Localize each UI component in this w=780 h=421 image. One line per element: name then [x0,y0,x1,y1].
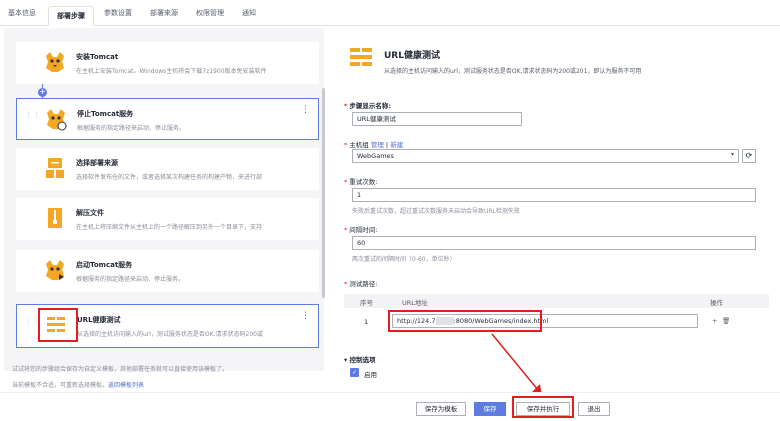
deploy-source-icon [46,158,64,178]
interval-input[interactable]: 60 [352,236,756,250]
delete-icon[interactable]: 🗑 [722,317,730,325]
step-desc: 根据服务的指定路径来启动、停止服务。 [76,276,185,283]
tomcat-stop-icon [47,109,67,131]
step-title: 选择部署来源 [76,159,118,167]
step-card-selected[interactable]: ⋮⋮ 停止Tomcat服务 根据服务的指定路径来启动、停止服务。 ⋮ [16,98,319,140]
retry-input[interactable]: 1 [352,188,756,202]
save-template-button[interactable]: 保存为模板 [416,402,466,416]
detail-title: URL健康测试 [384,51,440,61]
tomcat-start-icon [46,260,64,280]
reselect-hint: 当前模板不合适，可重新选择模板。返回模板列表 [12,382,145,389]
interval-label: * 间隔时间: [344,226,378,234]
add-icon[interactable]: + [712,317,717,325]
col-op: 操作 [710,299,723,307]
tab-bar: 基本信息 部署步骤 参数设置 部署来源 权限管理 通知 [0,0,780,26]
host-group-select[interactable]: WebGames [352,149,739,163]
retry-label: * 重试次数: [344,178,378,186]
step-title: 启动Tomcat服务 [76,261,133,269]
steps-panel: + 安装Tomcat 在主机上安装Tomcat。Windows主机将会下载7z1… [4,28,325,371]
control-options[interactable]: ▾ 控制选项 [344,354,376,364]
step-detail-panel: URL健康测试 从选择的主机访问输入的url，测试服务状态是否OK,请求状态码为… [330,28,770,379]
step-title: 安装Tomcat [76,53,119,61]
tab-notify[interactable]: 通知 [242,6,256,26]
drag-handle-icon[interactable]: ⋮⋮ [25,318,40,333]
url-health-icon [350,48,372,66]
row-no: 1 [364,318,369,326]
enable-label: 启用 [364,371,377,379]
path-label: * 测试路径: [344,280,378,288]
tab-params[interactable]: 参数设置 [104,6,132,26]
back-to-templates-link[interactable]: 返回模板列表 [108,382,144,389]
step-desc: 在主机上安装Tomcat。Windows主机将会下载7z1900版本免安装软件 [76,68,267,75]
more-menu-icon[interactable]: ⋮ [301,105,310,115]
host-manage-link[interactable]: 管理 [371,141,384,149]
step-name-input[interactable]: URL健康测试 [352,112,522,126]
step-desc: 根据服务的指定路径来启动、停止服务。 [77,125,186,132]
highlight-box [388,310,542,332]
step-desc: 在主机上将压缩文件从主机上的一个路径解压到另外一个目录下，支持 [76,224,263,231]
chevron-down-icon[interactable]: ▾ [731,151,734,158]
unzip-icon [48,208,62,228]
step-title: 解压文件 [76,209,104,217]
step-desc: 选择软件发布仓的文件，或者选择某次构建任务的构建产物，来进行部 [76,174,263,181]
more-menu-icon[interactable]: ⋮ [301,311,310,321]
step-card[interactable]: 安装Tomcat 在主机上安装Tomcat。Windows主机将会下载7z190… [16,42,319,84]
annotation-arrow [491,333,542,396]
step-card[interactable]: 选择部署来源 选择软件发布仓的文件，或者选择某次构建任务的构建产物，来进行部 [16,148,319,190]
scrollbar[interactable] [322,88,325,298]
highlight-box [512,396,574,418]
step-card[interactable]: 启动Tomcat服务 根据服务的指定路径来启动、停止服务。 [16,250,319,292]
tomcat-icon [46,52,64,72]
drag-handle-icon[interactable]: ⋮⋮ [25,112,40,127]
tab-basic-info[interactable]: 基本信息 [8,6,36,26]
name-label: * 步骤显示名称: [344,102,392,110]
add-step-plus-icon[interactable]: + [38,88,47,97]
step-title: URL健康测试 [77,316,121,324]
tab-deploy-steps[interactable]: 部署步骤 [48,6,94,26]
refresh-icon[interactable]: ⟳ [742,149,756,163]
highlight-box [38,308,78,342]
interval-hint: 两次重试的间隔时间（0-60，单位秒） [352,256,456,263]
tab-source[interactable]: 部署来源 [150,6,178,26]
save-button[interactable]: 保存 [474,402,506,416]
exit-button[interactable]: 退出 [578,402,610,416]
col-no: 序号 [360,299,373,307]
host-new-link[interactable]: 新建 [390,141,403,149]
template-hint: 试试将您的步骤组合保存为自定义模板，其他部署任务就可以直接使用该模板了。 [12,366,229,373]
enable-checkbox[interactable]: ✓ [350,368,359,377]
step-title: 停止Tomcat服务 [77,110,134,118]
host-group-label: * 主机组 管理 | 新建 [344,141,404,149]
col-url: URL地址 [402,299,428,307]
step-card[interactable]: 解压文件 在主机上将压缩文件从主机上的一个路径解压到另外一个目录下，支持 [16,198,319,240]
url-table-header: 序号 URL地址 操作 [344,294,769,308]
footer-bar: 保存为模板 保存 保存并执行 退出 [0,392,780,421]
tab-permissions[interactable]: 权限管理 [196,6,224,26]
step-desc: 从选择的主机访问输入的url，测试服务状态是否OK,请求状态码200或 [77,331,263,338]
detail-desc: 从选择的主机访问输入的url，测试服务状态是否OK,请求状态码为200或201，… [384,68,642,75]
retry-hint: 失败后重试次数，超过重试次数服务未启动会导致URL检测失败 [352,208,520,215]
